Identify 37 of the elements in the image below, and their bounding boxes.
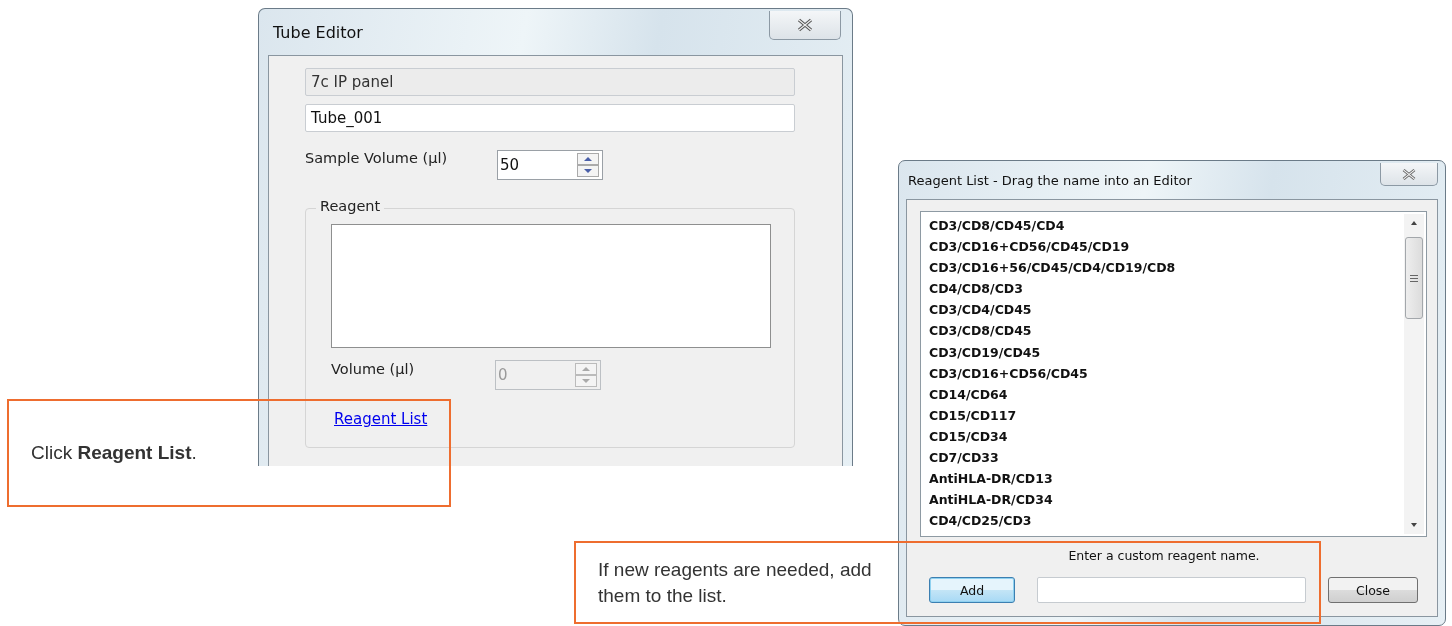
tube-name-field[interactable]: Tube_001: [305, 104, 795, 132]
spin-arrows-icon: [575, 363, 597, 387]
list-item[interactable]: CD3/CD16+CD56/CD45/CD19: [929, 236, 1404, 258]
list-item[interactable]: CD3/CD19/CD45: [929, 341, 1404, 363]
window-title: Reagent List - Drag the name into an Editor: [907, 172, 1192, 188]
list-item[interactable]: CD3/CD16+CD56/CD45: [929, 362, 1404, 384]
close-button[interactable]: [769, 11, 841, 40]
list-item[interactable]: CD7/CD33: [929, 447, 1404, 469]
add-button[interactable]: Add: [929, 577, 1015, 603]
hint-text: Enter a custom reagent name.: [1067, 548, 1261, 563]
number-spinner[interactable]: 50: [497, 150, 603, 180]
list-item[interactable]: CD3/CD8/CD45/CD4: [929, 215, 1404, 237]
list-item[interactable]: CD4/CD8/CD3: [929, 278, 1404, 300]
window-title: Tube Editor: [272, 22, 363, 42]
reagent-name-field[interactable]: [1037, 577, 1306, 603]
field-label: Volume (µl): [331, 361, 416, 377]
panel-name-field[interactable]: 7c IP panel: [305, 68, 795, 96]
spin-arrows-icon: [577, 153, 599, 177]
reagent-list-link[interactable]: Reagent List: [334, 410, 428, 428]
scroll-thumb[interactable]: [1405, 237, 1423, 319]
close-button[interactable]: Close: [1328, 577, 1418, 603]
list-item[interactable]: CD14/CD64: [929, 383, 1404, 405]
list-item[interactable]: CD15/CD117: [929, 404, 1404, 426]
close-icon: [1400, 167, 1418, 181]
list-item[interactable]: CD4/CD25/CD3: [929, 510, 1404, 532]
close-button[interactable]: [1380, 163, 1438, 186]
field-label: Sample Volume (µl): [305, 150, 449, 166]
list-item[interactable]: AntiHLA-DR/CD34: [929, 489, 1404, 511]
list-item[interactable]: CD3/CD16+56/CD45/CD4/CD19/CD8: [929, 257, 1404, 279]
list-item[interactable]: AntiHLA-DR/CD13: [929, 468, 1404, 490]
close-icon: [795, 18, 815, 32]
list-item[interactable]: CD3/CD8/CD45: [929, 320, 1404, 342]
group-label: Reagent: [316, 198, 385, 214]
list-item[interactable]: CD15/CD34: [929, 425, 1404, 448]
scrollbar[interactable]: [1404, 214, 1424, 534]
list-item[interactable]: CD3/CD4/CD45: [929, 299, 1404, 321]
reagent-listbox[interactable]: [920, 211, 1427, 537]
